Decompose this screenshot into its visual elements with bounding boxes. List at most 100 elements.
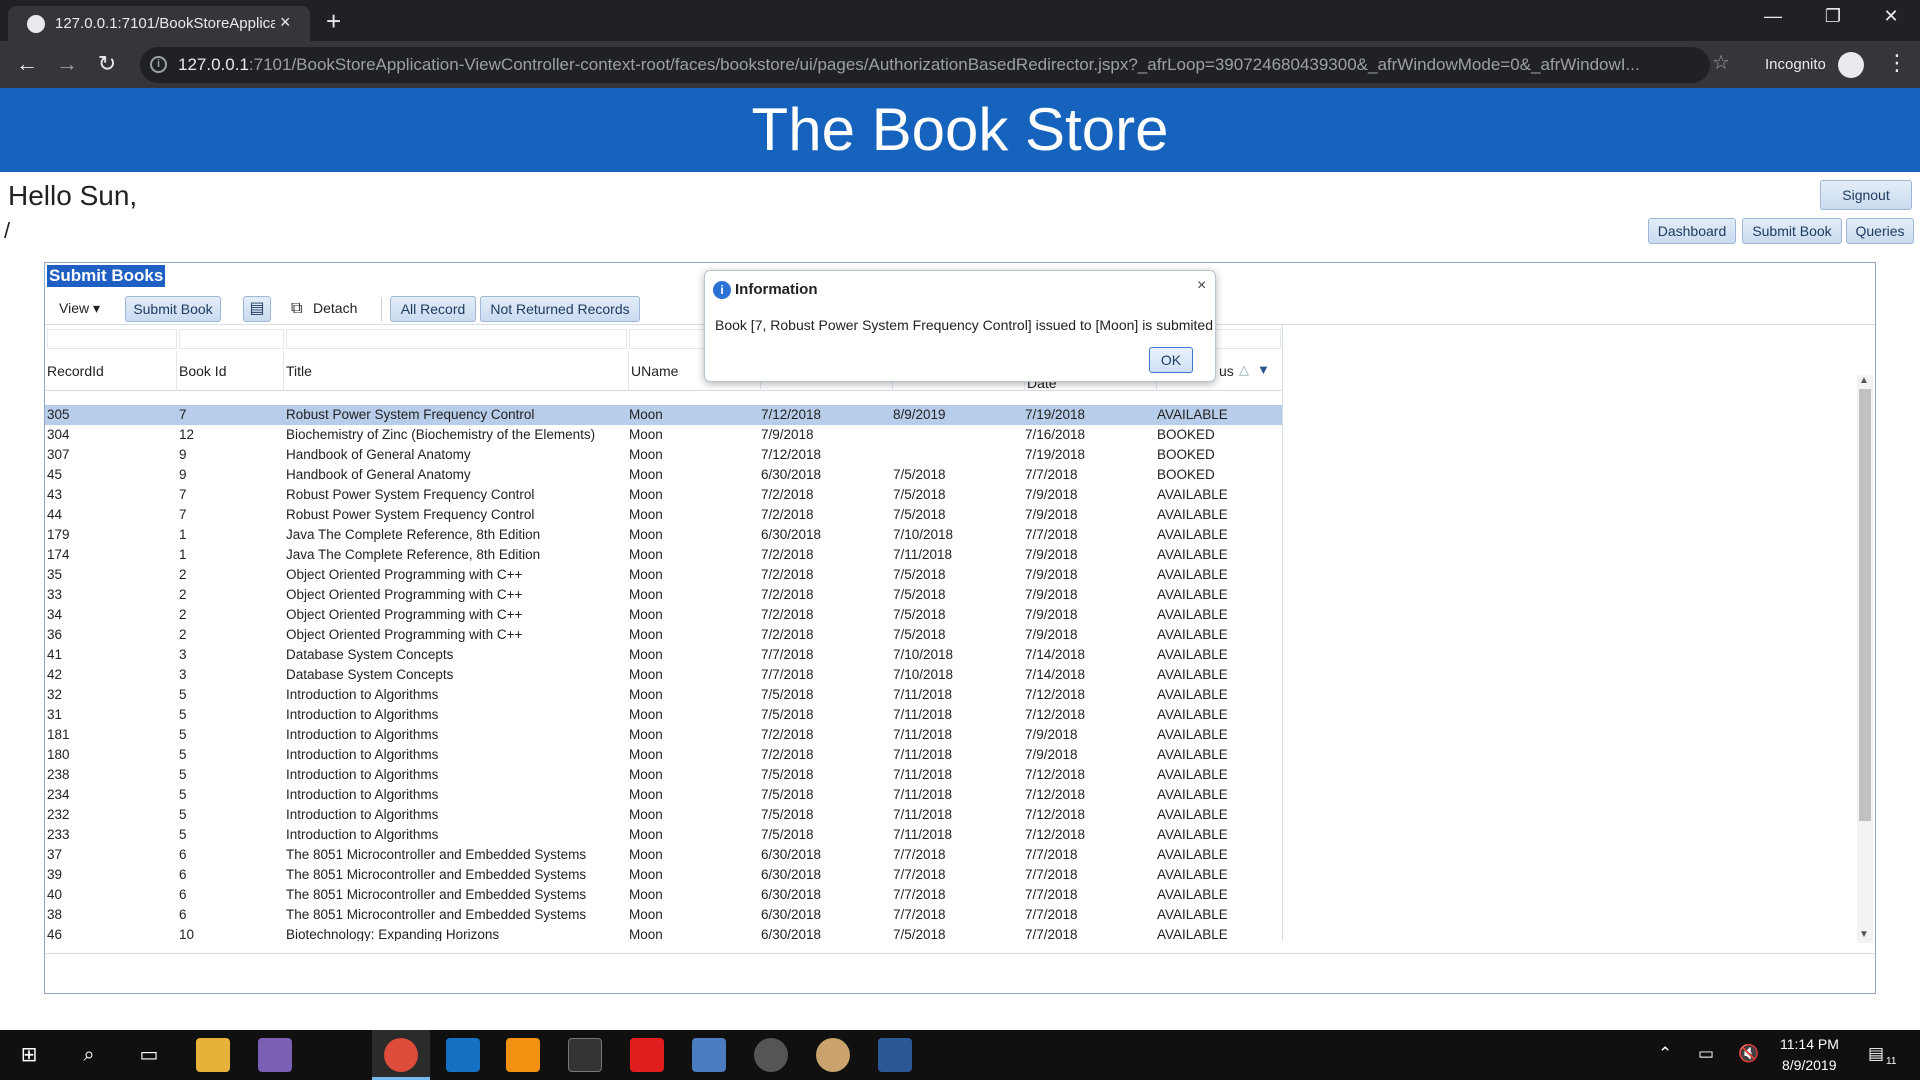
volume-muted-icon[interactable]: 🔇 [1738, 1044, 1759, 1064]
forward-button[interactable]: → [52, 51, 82, 77]
table-row[interactable]: 44 7 Robust Power System Frequency Control… [45, 505, 1282, 525]
table-row[interactable]: 232 5 Introduction to Algorithms Moon 7/5/20… [45, 805, 1282, 825]
tray-chevron-up-icon[interactable]: ⌃ [1658, 1044, 1672, 1064]
java-coffee-icon[interactable] [816, 1038, 850, 1072]
cell-bookid: 6 [179, 867, 187, 882]
restore-button[interactable]: ❐ [1818, 6, 1848, 27]
minimize-button[interactable]: — [1758, 6, 1788, 27]
table-row[interactable]: 307 9 Handbook of General Anatomy Moon 7/12/… [45, 445, 1282, 465]
filter-title-input[interactable] [286, 329, 627, 349]
detach-icon[interactable]: ⧉ [291, 300, 302, 318]
table-row[interactable]: 35 2 Object Oriented Programming with C++ M… [45, 565, 1282, 585]
not-returned-records-button[interactable]: Not Returned Records [480, 296, 640, 322]
table-row[interactable]: 304 12 Biochemistry of Zinc (Biochemistry … [45, 425, 1282, 445]
column-header-title[interactable]: Title [284, 351, 629, 391]
bookmark-star-icon[interactable]: ☆ [1712, 50, 1730, 75]
outlook-icon[interactable] [446, 1038, 480, 1072]
back-button[interactable]: ← [12, 51, 42, 77]
clock-date[interactable]: 8/9/2019 [1782, 1057, 1837, 1073]
table-row[interactable]: 40 6 The 8051 Microcontroller and Embedded… [45, 885, 1282, 905]
dialog-close-icon[interactable]: × [1197, 277, 1206, 295]
cell-bookid: 5 [179, 747, 187, 762]
clock-time[interactable]: 11:14 PM [1780, 1036, 1839, 1052]
cell-title: Robust Power System Frequency Control [286, 507, 535, 522]
browser-tab[interactable]: 127.0.0.1:7101/BookStoreApplica × [8, 6, 310, 41]
table-row[interactable]: 233 5 Introduction to Algorithms Moon 7/5/20… [45, 825, 1282, 845]
column-header-bookid[interactable]: Book Id [177, 351, 284, 391]
dialog-ok-button[interactable]: OK [1149, 347, 1193, 373]
table-row[interactable]: 37 6 The 8051 Microcontroller and Embedded… [45, 845, 1282, 865]
new-tab-button[interactable]: + [326, 6, 341, 37]
cell-due-date: 7/9/2018 [1025, 507, 1078, 522]
detach-button[interactable]: Detach [313, 300, 357, 316]
toolbar-submit-book-button[interactable]: Submit Book [125, 296, 221, 322]
cell-uname: Moon [629, 587, 663, 602]
sort-descending-icon[interactable]: ▼ [1257, 362, 1270, 377]
view-menu[interactable]: View ▾ [59, 300, 100, 317]
sublime-text-icon[interactable] [506, 1038, 540, 1072]
table-row[interactable]: 42 3 Database System Concepts Moon 7/7/2018 7… [45, 665, 1282, 685]
signout-button[interactable]: Signout [1820, 180, 1912, 210]
table-row[interactable]: 180 5 Introduction to Algorithms Moon 7/2/20… [45, 745, 1282, 765]
cell-title: Object Oriented Programming with C++ [286, 607, 523, 622]
app-icon[interactable] [258, 1038, 292, 1072]
table-row[interactable]: 174 1 Java The Complete Reference, 8th Edi… [45, 545, 1282, 565]
export-icon[interactable]: ▤ [243, 296, 271, 322]
browser-menu-icon[interactable]: ⋮ [1886, 50, 1908, 76]
reload-button[interactable]: ↻ [92, 51, 122, 77]
search-icon[interactable]: ⌕ [72, 1038, 106, 1072]
sort-ascending-icon[interactable]: △ [1239, 362, 1249, 378]
table-row[interactable]: 46 10 Biotechnology: Expanding Horizons Moo… [45, 925, 1282, 941]
scroll-up-arrow[interactable]: ▲ [1859, 375, 1869, 386]
nav-submit-book-button[interactable]: Submit Book [1742, 218, 1842, 244]
notification-icon[interactable]: ▤ [1868, 1044, 1884, 1064]
url-field[interactable]: i 127.0.0.1:7101/BookStoreApplication-Vi… [140, 47, 1710, 83]
chrome-icon[interactable] [384, 1038, 418, 1072]
task-view-icon[interactable]: ▭ [132, 1038, 166, 1072]
nav-queries-button[interactable]: Queries [1846, 218, 1914, 244]
table-row[interactable]: 41 3 Database System Concepts Moon 7/7/2018 7… [45, 645, 1282, 665]
table-row[interactable]: 32 5 Introduction to Algorithms Moon 7/5/201… [45, 685, 1282, 705]
table-row[interactable]: 31 5 Introduction to Algorithms Moon 7/5/201… [45, 705, 1282, 725]
site-info-icon[interactable]: i [150, 56, 167, 73]
cell-return-date: 7/5/2018 [893, 567, 946, 582]
cell-uname: Moon [629, 927, 663, 941]
table-row[interactable]: 33 2 Object Oriented Programming with C++ M… [45, 585, 1282, 605]
table-row[interactable]: 179 1 Java The Complete Reference, 8th Edi… [45, 525, 1282, 545]
incognito-icon[interactable] [1838, 52, 1864, 78]
cell-return-date: 7/5/2018 [893, 487, 946, 502]
table-row[interactable]: 305 7 Robust Power System Frequency Contro… [45, 405, 1282, 425]
cell-due-date: 7/14/2018 [1025, 647, 1086, 662]
filter-bookid-input[interactable] [179, 329, 284, 349]
table-row[interactable]: 238 5 Introduction to Algorithms Moon 7/5/20… [45, 765, 1282, 785]
scroll-down-arrow[interactable]: ▼ [1859, 929, 1869, 940]
cell-status: AVAILABLE [1157, 907, 1228, 922]
nav-dashboard-button[interactable]: Dashboard [1648, 218, 1736, 244]
settings-gear-icon[interactable] [754, 1038, 788, 1072]
oracle-icon[interactable] [630, 1038, 664, 1072]
windows-start-icon[interactable]: ⊞ [12, 1038, 46, 1072]
cell-status: AVAILABLE [1157, 607, 1228, 622]
terminal-icon[interactable] [568, 1038, 602, 1072]
scrollbar-thumb[interactable] [1859, 389, 1871, 821]
table-row[interactable]: 181 5 Introduction to Algorithms Moon 7/2/20… [45, 725, 1282, 745]
cell-title: Robust Power System Frequency Control [286, 487, 535, 502]
table-row[interactable]: 39 6 The 8051 Microcontroller and Embedded… [45, 865, 1282, 885]
tab-close-icon[interactable]: × [280, 12, 291, 33]
battery-icon[interactable]: ▭ [1698, 1044, 1714, 1064]
file-explorer-icon[interactable] [196, 1038, 230, 1072]
filter-recordid-input[interactable] [47, 329, 177, 349]
all-record-button[interactable]: All Record [390, 296, 476, 322]
column-header-recordid[interactable]: RecordId [45, 351, 177, 391]
table-row[interactable]: 43 7 Robust Power System Frequency Control… [45, 485, 1282, 505]
table-row[interactable]: 38 6 The 8051 Microcontroller and Embedded… [45, 905, 1282, 925]
table-row[interactable]: 234 5 Introduction to Algorithms Moon 7/5/20… [45, 785, 1282, 805]
greeting: Hello Sun, [8, 180, 138, 211]
table-row[interactable]: 45 9 Handbook of General Anatomy Moon 6/30/2… [45, 465, 1282, 485]
table-row[interactable]: 34 2 Object Oriented Programming with C++ M… [45, 605, 1282, 625]
table-scrollbar[interactable]: ▲ ▼ [1857, 375, 1873, 943]
table-row[interactable]: 36 2 Object Oriented Programming with C++ M… [45, 625, 1282, 645]
word-icon[interactable] [878, 1038, 912, 1072]
close-window-button[interactable]: ✕ [1876, 6, 1906, 27]
media-app-icon[interactable] [692, 1038, 726, 1072]
